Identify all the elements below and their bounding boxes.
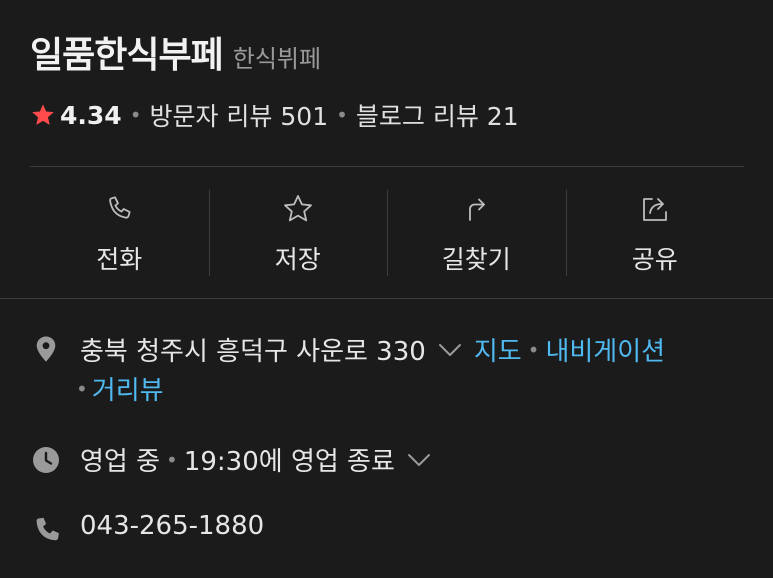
call-label: 전화 bbox=[96, 245, 143, 274]
separator-dot: • bbox=[527, 337, 540, 362]
place-name: 일품한식부페 bbox=[30, 35, 224, 76]
divider bbox=[30, 166, 744, 167]
separator-dot: • bbox=[76, 376, 88, 401]
streetview-link[interactable]: 거리뷰 bbox=[92, 370, 164, 407]
hours-detail: 19:30에 영업 종료 bbox=[183, 447, 395, 477]
separator-dot: • bbox=[166, 447, 178, 472]
phone-icon bbox=[109, 196, 131, 219]
save-button[interactable]: 저장 bbox=[208, 180, 388, 285]
star-rating-icon bbox=[32, 104, 54, 125]
action-bar: 전화 저장 길찾기 공유 bbox=[30, 180, 744, 285]
chevron-down-icon[interactable] bbox=[407, 453, 431, 467]
separator-dot: • bbox=[336, 103, 348, 127]
rating-row: 4.34 • 방문자 리뷰 501 • 블로그 리뷰 21 bbox=[30, 97, 519, 133]
visitor-reviews-link[interactable]: 방문자 리뷰 501 bbox=[149, 97, 328, 133]
map-link[interactable]: 지도 bbox=[474, 331, 522, 368]
chevron-down-icon[interactable] bbox=[438, 343, 462, 357]
directions-button[interactable]: 길찾기 bbox=[387, 180, 566, 285]
star-outline-icon bbox=[283, 195, 312, 222]
blog-reviews-link[interactable]: 블로그 리뷰 21 bbox=[356, 97, 519, 133]
clock-icon bbox=[33, 447, 59, 473]
share-button[interactable]: 공유 bbox=[565, 180, 745, 285]
separator-dot: • bbox=[129, 103, 142, 127]
directions-icon bbox=[469, 198, 486, 221]
address-row: 충북 청주시 흥덕구 사운로 330 지도 • 내비게이션 bbox=[80, 331, 665, 368]
divider bbox=[0, 298, 773, 299]
share-icon bbox=[642, 198, 667, 221]
save-label: 저장 bbox=[274, 245, 321, 274]
rating-score: 4.34 bbox=[60, 100, 122, 130]
place-header: 일품한식부페 한식뷔페 bbox=[30, 26, 321, 78]
call-button[interactable]: 전화 bbox=[30, 180, 209, 285]
place-category: 한식뷔페 bbox=[232, 45, 322, 73]
directions-label: 길찾기 bbox=[441, 245, 511, 274]
navigation-link[interactable]: 내비게이션 bbox=[545, 331, 665, 368]
location-pin-icon bbox=[36, 336, 56, 362]
phone-icon bbox=[36, 517, 59, 541]
address-text[interactable]: 충북 청주시 흥덕구 사운로 330 bbox=[80, 331, 426, 368]
phone-number[interactable]: 043-265-1880 bbox=[80, 511, 264, 541]
open-status: 영업 중 bbox=[80, 447, 161, 477]
place-detail-panel: 일품한식부페 한식뷔페 4.34 • 방문자 리뷰 501 • 블로그 리뷰 2… bbox=[0, 0, 773, 578]
address-row-continued: • 거리뷰 bbox=[76, 370, 164, 407]
share-label: 공유 bbox=[631, 245, 678, 274]
hours-row[interactable]: 영업 중 • 19:30에 영업 종료 bbox=[80, 441, 443, 478]
